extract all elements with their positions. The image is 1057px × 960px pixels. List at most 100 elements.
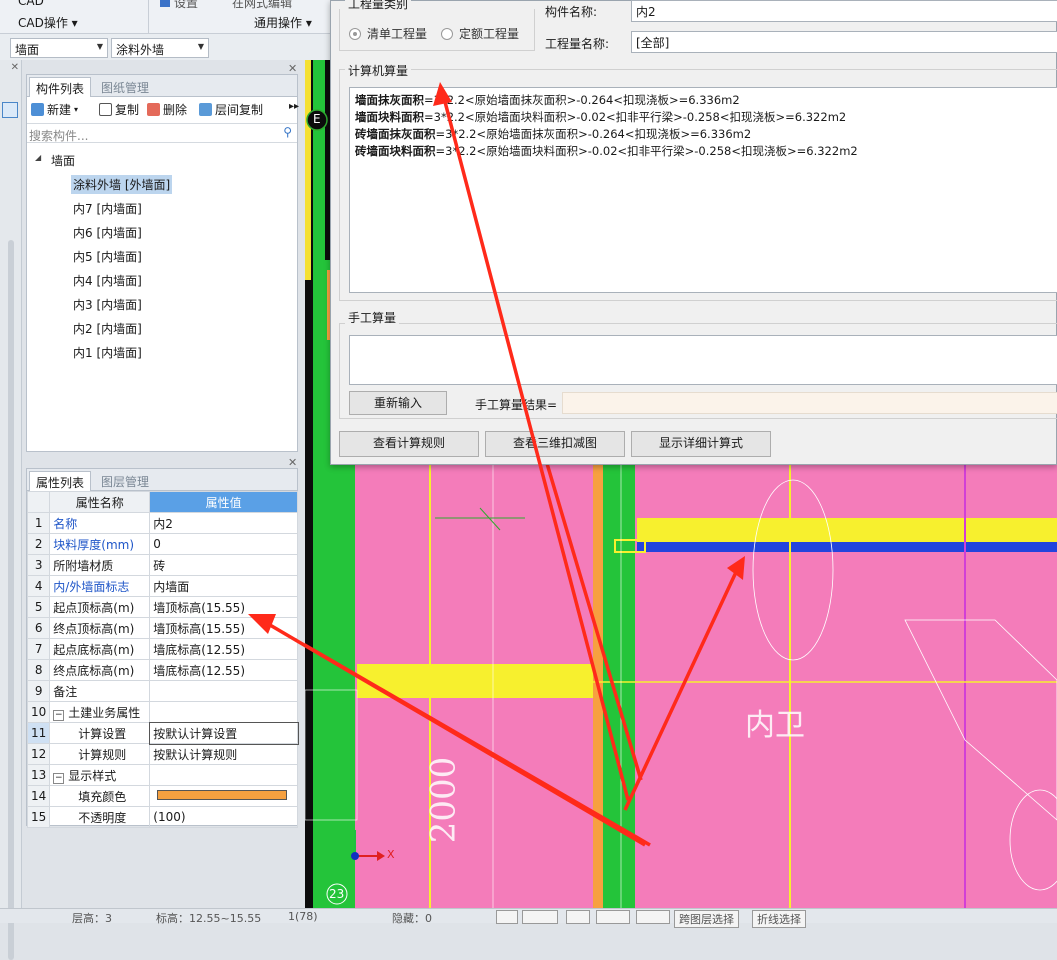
snap-toggle-icon[interactable] <box>522 910 558 924</box>
angle-toggle-icon[interactable] <box>596 910 630 924</box>
table-row[interactable]: 12 计算规则 按默认计算规则 <box>26 743 298 765</box>
status-hidden: 隐藏：0 <box>392 912 432 925</box>
view-rules-button[interactable]: 查看计算规则 <box>339 431 479 457</box>
tab-property-list[interactable]: 属性列表 <box>29 471 92 491</box>
plus-toggle-icon[interactable] <box>636 910 670 924</box>
close-icon[interactable]: ✕ <box>11 62 19 73</box>
property-tabbar: 属性列表 图层管理 <box>27 469 297 491</box>
list-item[interactable]: 内5 [内墙面] <box>71 247 144 266</box>
list-item[interactable]: 内1 [内墙面] <box>71 343 144 362</box>
table-row[interactable]: 14 填充颜色 <box>26 785 298 807</box>
computer-calc-text[interactable]: 墙面抹灰面积=3*2.2<原始墙面抹灰面积>-0.264<扣现浇板>=6.336… <box>349 87 1057 293</box>
copy-button[interactable]: 复制 <box>99 101 139 118</box>
table-row[interactable]: 1 名称 内2 <box>26 512 298 534</box>
cross-layer-select-button[interactable]: 跨图层选择 <box>674 910 739 928</box>
property-value[interactable] <box>149 785 298 807</box>
property-value[interactable] <box>149 701 298 723</box>
row-number: 15 <box>26 806 51 828</box>
property-value[interactable]: 0 <box>149 533 298 555</box>
radio-checked-icon <box>349 27 361 40</box>
property-value[interactable] <box>149 680 298 702</box>
status-elevation: 标高：12.55~15.55 <box>156 912 262 925</box>
view-3d-button[interactable]: 查看三维扣减图 <box>485 431 625 457</box>
property-value[interactable]: (100) <box>149 806 298 828</box>
tree-root[interactable]: 墙面 <box>49 151 77 170</box>
list-item[interactable]: 内6 [内墙面] <box>71 223 144 242</box>
table-row[interactable]: 8 终点底标高(m) 墙底标高(12.55) <box>26 659 298 681</box>
new-button[interactable]: 新建 ▾ <box>31 101 78 118</box>
component-select[interactable]: 涂料外墙 ▼ <box>111 38 209 58</box>
list-item[interactable]: 内2 [内墙面] <box>71 319 144 338</box>
search-input[interactable]: 搜索构件... <box>29 127 88 144</box>
collapse-box-icon[interactable]: − <box>53 772 65 784</box>
row-number: 8 <box>26 659 51 681</box>
radio-quota-qty[interactable]: 定额工程量 <box>441 25 519 42</box>
list-item[interactable]: 涂料外墙 [外墙面] <box>71 175 173 194</box>
collapse-icon[interactable]: ◢ <box>35 153 41 162</box>
table-row[interactable]: 3 所附墙材质砖 <box>26 554 298 576</box>
ribbon-partial2[interactable]: 在网式编辑 <box>232 0 292 11</box>
list-item[interactable]: 内3 [内墙面] <box>71 295 144 314</box>
property-value[interactable]: 墙顶标高(15.55) <box>149 596 298 618</box>
property-panel: 属性列表 图层管理 属性名称 属性值 1 名称 内2 2 块料厚度(mm) 0 3 所附墙材质… <box>26 468 299 828</box>
floor-copy-button[interactable]: 层间复制 <box>199 101 263 118</box>
table-row[interactable]: 7 起点底标高(m) 墙底标高(12.55) <box>26 638 298 660</box>
property-name: 终点底标高(m) <box>49 659 151 681</box>
qty-name-field[interactable]: [全部] <box>631 31 1057 53</box>
ortho-toggle-icon[interactable] <box>496 910 518 924</box>
delete-button[interactable]: 删除 <box>147 101 187 118</box>
layer-icon[interactable] <box>2 102 18 118</box>
status-floor-height: 层高：3 <box>72 912 112 925</box>
common-ops-menu[interactable]: 通用操作 ▾ <box>254 14 312 31</box>
dimension-text: 2000 <box>423 756 464 844</box>
tab-drawing-management[interactable]: 图纸管理 <box>95 77 155 97</box>
ribbon-settings-partial[interactable]: 设置 <box>160 0 198 11</box>
radio-list-qty[interactable]: 清单工程量 <box>349 25 427 42</box>
table-row[interactable]: 6 终点顶标高(m) 墙顶标高(15.55) <box>26 617 298 639</box>
cross-toggle-icon[interactable] <box>566 910 590 924</box>
component-panel-close-icon[interactable]: ✕ <box>288 62 297 75</box>
table-row[interactable]: 4 内/外墙面标志 内墙面 <box>26 575 298 597</box>
list-item[interactable]: 内7 [内墙面] <box>71 199 144 218</box>
table-row[interactable]: 5 起点顶标高(m) 墙顶标高(15.55) <box>26 596 298 618</box>
delete-icon <box>147 103 160 116</box>
reinput-button[interactable]: 重新输入 <box>349 391 447 415</box>
col-header-value: 属性值 <box>149 491 298 513</box>
component-search[interactable]: 搜索构件... ⚲ <box>27 123 297 143</box>
property-value[interactable]: 墙底标高(12.55) <box>149 659 298 681</box>
fill-color-swatch[interactable] <box>157 790 288 800</box>
table-row[interactable]: 9 备注 <box>26 680 298 702</box>
left-scrollbar[interactable] <box>8 240 14 960</box>
search-icon[interactable]: ⚲ <box>283 125 292 139</box>
property-name: 所附墙材质 <box>49 554 151 576</box>
property-value[interactable]: 墙顶标高(15.55) <box>149 617 298 639</box>
property-name: 起点顶标高(m) <box>49 596 151 618</box>
table-row[interactable]: 2 块料厚度(mm) 0 <box>26 533 298 555</box>
list-item[interactable]: 内4 [内墙面] <box>71 271 144 290</box>
property-value[interactable] <box>149 764 298 786</box>
polyline-select-button[interactable]: 折线选择 <box>752 910 806 928</box>
tab-component-list[interactable]: 构件列表 <box>29 77 92 97</box>
property-value[interactable]: 内2 <box>149 512 298 534</box>
property-value[interactable]: 按默认计算设置 <box>148 721 299 745</box>
cad-ops-menu[interactable]: CAD操作 ▾ <box>18 14 78 31</box>
more-toolbar-icon[interactable]: ▸▸ <box>289 101 299 112</box>
table-row[interactable]: 10− 土建业务属性 <box>26 701 298 723</box>
table-row[interactable]: 15 不透明度 (100) <box>26 806 298 828</box>
table-row[interactable]: 13− 显示样式 <box>26 764 298 786</box>
copy-icon <box>99 103 112 116</box>
component-name-field[interactable]: 内2 <box>631 0 1057 22</box>
show-detail-button[interactable]: 显示详细计算式 <box>631 431 771 457</box>
axis-label-23: 23 <box>329 887 345 901</box>
collapse-box-icon[interactable]: − <box>53 709 65 721</box>
property-name: 不透明度 <box>49 806 151 828</box>
property-value[interactable]: 内墙面 <box>149 575 298 597</box>
tab-layer-management[interactable]: 图层管理 <box>95 471 155 491</box>
property-name: 块料厚度(mm) <box>49 533 151 555</box>
category-select[interactable]: 墙面 ▼ <box>10 38 108 58</box>
property-value[interactable]: 墙底标高(12.55) <box>149 638 298 660</box>
property-value[interactable]: 按默认计算规则 <box>149 743 298 765</box>
table-row[interactable]: 11 计算设置 按默认计算设置 <box>26 721 299 745</box>
manual-calc-input[interactable] <box>349 335 1057 385</box>
property-value[interactable]: 砖 <box>149 554 298 576</box>
